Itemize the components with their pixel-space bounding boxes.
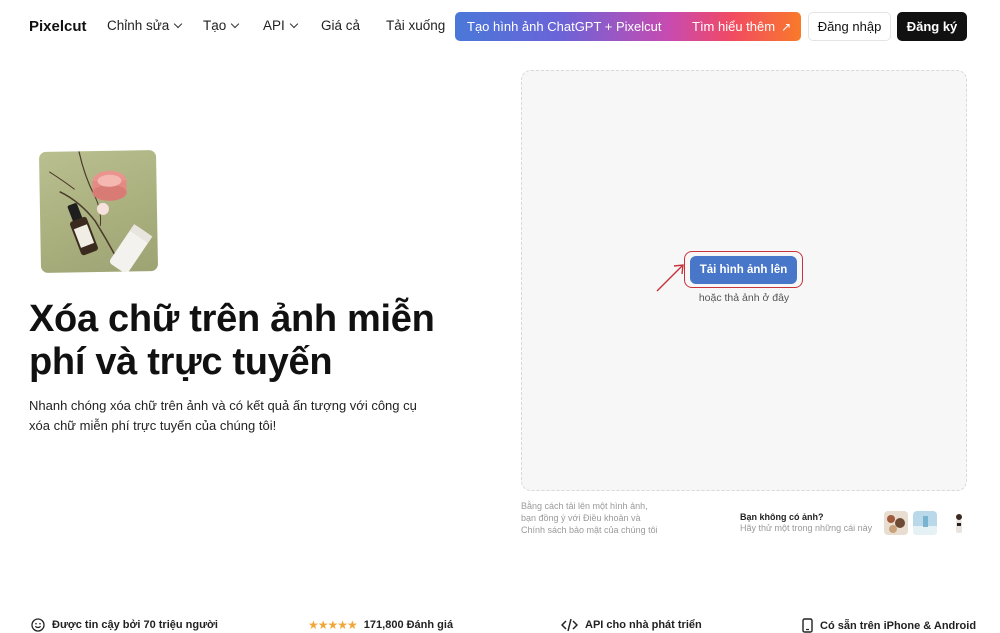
arrow-up-right-icon: ↗ [781, 19, 792, 34]
login-button[interactable]: Đăng nhập [808, 12, 891, 41]
nav-download-label: Tải xuống [386, 18, 446, 33]
promo-learn-more-link[interactable]: Tìm hiểu thêm ↗ [692, 19, 791, 34]
annotation-arrow-icon [656, 264, 684, 292]
sample-image-1[interactable] [884, 511, 908, 535]
api-feature[interactable]: API cho nhà phát triển [561, 618, 702, 632]
nav-api-menu[interactable]: API [263, 18, 299, 33]
api-text: API cho nhà phát triển [585, 619, 702, 631]
hero-description: Nhanh chóng xóa chữ trên ảnh và có kết q… [29, 398, 417, 433]
sample-image-2[interactable] [913, 511, 937, 535]
promo-link-label: Tìm hiểu thêm [692, 19, 776, 34]
pixelcut-logo[interactable]: Pixelcut [29, 18, 87, 35]
nav-pricing-label: Giá cả [321, 18, 361, 33]
drop-hint-text: hoặc thả ảnh ở đây [698, 292, 790, 304]
upload-image-button[interactable]: Tải hình ảnh lên [690, 256, 797, 284]
chatgpt-promo-banner[interactable]: Tạo hình ảnh ChatGPT + Pixelcut Tìm hiểu… [455, 12, 801, 41]
mobile-feature[interactable]: Có sẵn trên iPhone & Android [802, 618, 976, 633]
rating-feature: ★★★★★ 171,800 Đánh giá [308, 618, 453, 632]
no-image-subtitle: Hãy thử một trong những cái này [740, 523, 873, 533]
chevron-down-icon [231, 19, 240, 29]
no-image-title: Bạn không có ảnh? [740, 512, 824, 522]
mobile-text: Có sẵn trên iPhone & Android [820, 619, 977, 632]
terms-notice: Bằng cách tải lên một hình ảnh, bạn đồng… [521, 501, 658, 535]
nav-api-label: API [263, 18, 285, 33]
nav-pricing-link[interactable]: Giá cả [321, 18, 360, 33]
star-rating-icon: ★★★★★ [308, 618, 358, 632]
top-navigation: Pixelcut Chỉnh sửa Tạo API Giá cả Tải xu… [0, 0, 1000, 54]
trusted-feature: Được tin cậy bởi 70 triệu người [31, 618, 218, 632]
hero-product-image [38, 149, 159, 274]
nav-create-menu[interactable]: Tạo [203, 18, 240, 33]
trusted-text: Được tin cậy bởi 70 triệu người [52, 619, 218, 631]
hero-title: Xóa chữ trên ảnh miễn phí và trực tuyến [29, 298, 435, 383]
sample-image-3[interactable] [943, 511, 967, 535]
chevron-down-icon [174, 19, 183, 29]
chevron-down-icon [289, 19, 299, 29]
rating-text: 171,800 Đánh giá [363, 619, 454, 631]
nav-download-link[interactable]: Tải xuống [386, 18, 445, 33]
nav-create-label: Tạo [203, 18, 227, 33]
signup-button[interactable]: Đăng ký [897, 12, 967, 41]
code-icon [561, 618, 578, 632]
nav-edit-menu[interactable]: Chỉnh sửa [107, 18, 183, 33]
promo-text: Tạo hình ảnh ChatGPT + Pixelcut [467, 19, 662, 34]
phone-icon [802, 618, 813, 633]
nav-edit-label: Chỉnh sửa [107, 18, 170, 33]
no-image-prompt: Bạn không có ảnh? Hãy thử một trong nhữn… [740, 512, 872, 533]
smile-icon [31, 618, 45, 632]
